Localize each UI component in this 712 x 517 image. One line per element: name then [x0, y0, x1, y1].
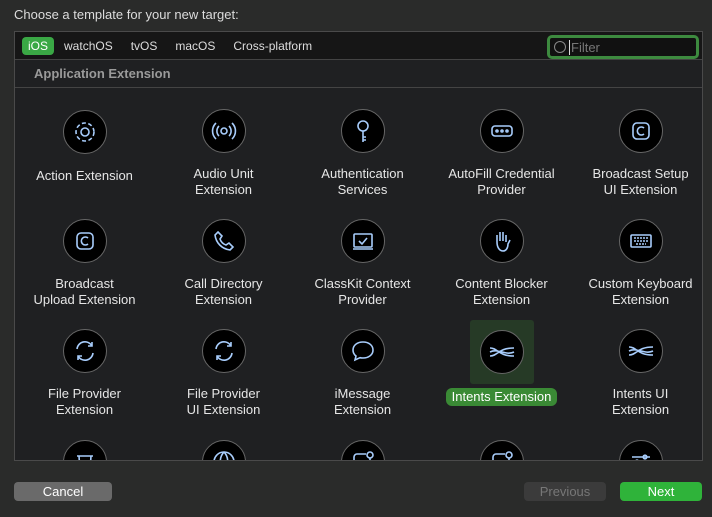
template-item[interactable]: ClassKit Context Provider	[293, 198, 432, 308]
key-icon	[340, 109, 385, 153]
template-label: Broadcast Setup UI Extension	[592, 166, 689, 197]
icon-tile	[470, 210, 534, 272]
section-header: Application Extension	[15, 60, 702, 88]
filter-field[interactable]	[547, 35, 699, 59]
tab-watchos[interactable]: watchOS	[56, 37, 121, 55]
gear-icon	[62, 110, 107, 154]
template-label: Authentication Services	[321, 166, 404, 197]
tab-macos[interactable]: macOS	[167, 37, 223, 55]
template-item[interactable]	[293, 418, 432, 460]
tab-tvos[interactable]: tvOS	[123, 37, 166, 55]
template-label: Call Directory Extension	[184, 276, 263, 307]
template-item[interactable]	[15, 418, 154, 460]
audio-waves-icon	[201, 109, 246, 153]
icon-tile	[470, 430, 534, 460]
template-label: Custom Keyboard Extension	[588, 276, 693, 307]
template-item[interactable]: Intents UI Extension	[571, 308, 702, 418]
template-item[interactable]: Authentication Services	[293, 88, 432, 198]
phone-icon	[201, 219, 246, 263]
icon-tile	[609, 100, 673, 162]
template-item[interactable]: AutoFill Credential Provider	[432, 88, 571, 198]
password-dots-icon	[479, 109, 524, 153]
filter-input[interactable]	[569, 39, 689, 55]
intents-waves-icon	[618, 329, 663, 373]
platform-tabs: iOS watchOS tvOS macOS Cross-platform	[15, 32, 702, 60]
template-item[interactable]	[571, 418, 702, 460]
broadcast-icon	[618, 109, 663, 153]
icon-tile	[470, 100, 534, 162]
icon-tile	[331, 100, 395, 162]
sliders-icon	[618, 440, 663, 460]
cancel-button[interactable]: Cancel	[14, 482, 112, 501]
icon-tile	[331, 210, 395, 272]
template-item[interactable]: File Provider Extension	[15, 308, 154, 418]
icon-tile	[192, 430, 256, 460]
template-label: ClassKit Context Provider	[314, 276, 411, 307]
template-label: Action Extension	[36, 168, 133, 183]
globe-icon	[201, 440, 246, 460]
notification-icon	[340, 440, 385, 460]
icon-tile	[192, 100, 256, 162]
icon-tile	[331, 320, 395, 382]
icon-tile	[192, 320, 256, 382]
template-item[interactable]: Broadcast Setup UI Extension	[571, 88, 702, 198]
template-item[interactable]: Action Extension	[15, 88, 154, 198]
broadcast-icon	[62, 219, 107, 263]
previous-button[interactable]: Previous	[524, 482, 606, 501]
template-label: Intents Extension	[445, 388, 558, 406]
dialog-title: Choose a template for your new target:	[14, 7, 239, 22]
template-label: File Provider Extension	[48, 386, 121, 417]
template-grid[interactable]: Action Extension Audio Unit Extension Auth…	[15, 88, 702, 460]
template-label: Audio Unit Extension	[193, 166, 254, 197]
icon-tile	[53, 320, 117, 382]
template-label: Broadcast Upload Extension	[33, 276, 136, 307]
template-item[interactable]: Content Blocker Extension	[432, 198, 571, 308]
intents-waves-icon	[479, 330, 524, 374]
template-item[interactable]	[432, 418, 571, 460]
icon-tile	[331, 430, 395, 460]
keyboard-icon	[618, 219, 663, 263]
hand-icon	[479, 219, 524, 263]
icon-tile	[609, 430, 673, 460]
trash-icon	[62, 440, 107, 460]
template-item[interactable]: Audio Unit Extension	[154, 88, 293, 198]
template-label: Content Blocker Extension	[455, 276, 548, 307]
template-label: File Provider UI Extension	[186, 386, 261, 417]
icon-tile	[192, 210, 256, 272]
icon-tile	[53, 100, 117, 164]
icon-tile	[53, 210, 117, 272]
icon-tile	[53, 430, 117, 460]
template-item[interactable]: Custom Keyboard Extension	[571, 198, 702, 308]
template-label: iMessage Extension	[333, 386, 392, 417]
sync-icon	[201, 329, 246, 373]
template-label: AutoFill Credential Provider	[448, 166, 555, 197]
template-item[interactable]: File Provider UI Extension	[154, 308, 293, 418]
icon-tile	[609, 210, 673, 272]
template-item[interactable]: Intents Extension	[432, 308, 571, 418]
filter-icon	[554, 41, 566, 53]
template-item[interactable]: Call Directory Extension	[154, 198, 293, 308]
template-browser: iOS watchOS tvOS macOS Cross-platform Ap…	[14, 31, 703, 461]
next-button[interactable]: Next	[620, 482, 702, 501]
classkit-icon	[340, 219, 385, 263]
tab-ios[interactable]: iOS	[22, 36, 55, 55]
template-label: Intents UI Extension	[611, 386, 670, 417]
icon-tile	[609, 320, 673, 382]
message-bubble-icon	[340, 329, 385, 373]
sync-icon	[62, 329, 107, 373]
tab-cross-platform[interactable]: Cross-platform	[225, 37, 320, 55]
template-item[interactable]: iMessage Extension	[293, 308, 432, 418]
notification-icon	[479, 440, 524, 460]
icon-tile	[469, 320, 534, 384]
template-item[interactable]: Broadcast Upload Extension	[15, 198, 154, 308]
template-item[interactable]	[154, 418, 293, 460]
